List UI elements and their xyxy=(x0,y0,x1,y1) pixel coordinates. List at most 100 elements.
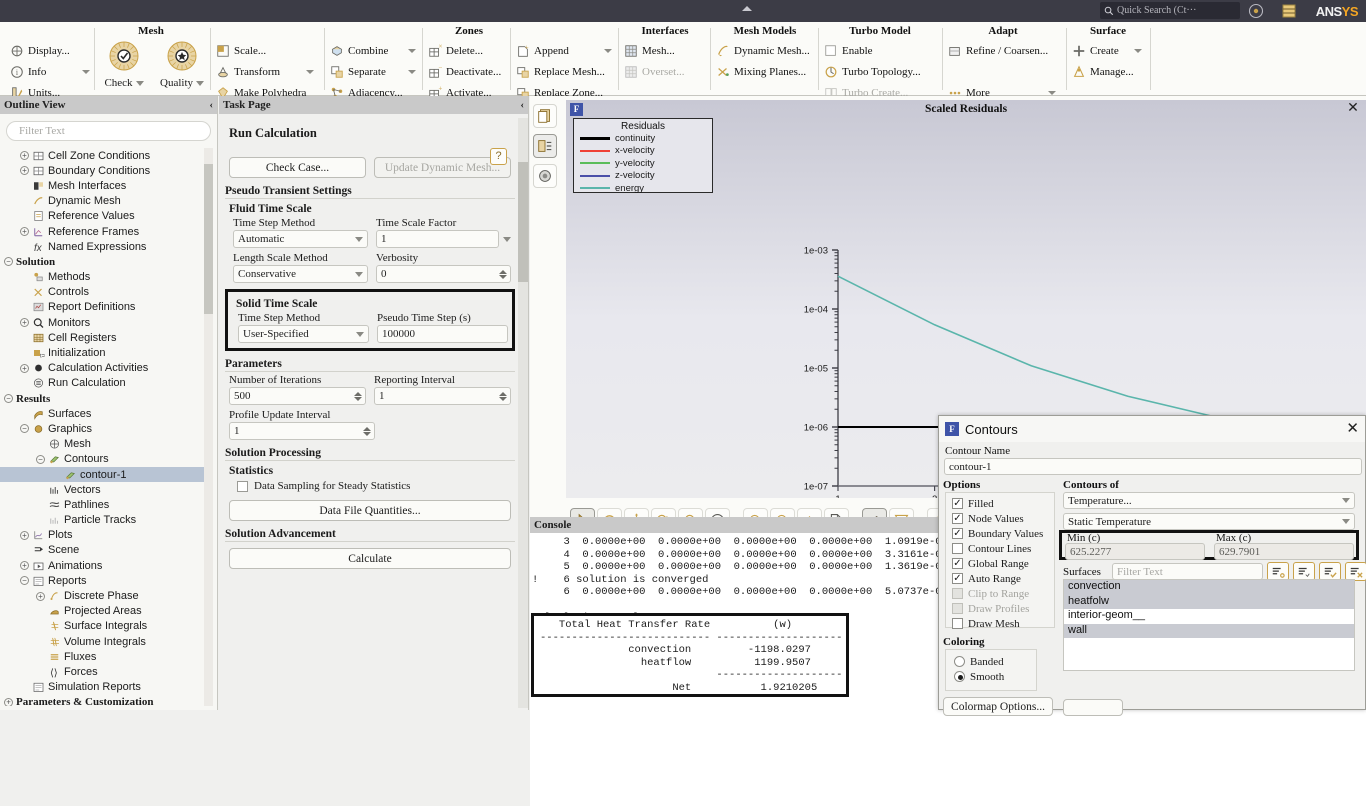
contours-option-boundary-values[interactable]: ✓ Boundary Values xyxy=(952,526,1054,541)
outline-item-initialization[interactable]: t=0Initialization xyxy=(0,345,206,360)
ribbon-item-mixing-planes[interactable]: Mixing Planes... xyxy=(712,61,818,82)
time-scale-factor-chevron-down-icon[interactable] xyxy=(503,236,511,242)
contour-name-input[interactable]: contour-1 xyxy=(944,458,1362,475)
ribbon-item-refine-coarsen[interactable]: Refine / Coarsen... xyxy=(944,40,1062,61)
chevron-down-icon[interactable] xyxy=(306,69,314,74)
layout-panels-icon[interactable] xyxy=(1281,3,1297,19)
ribbon-item-transform[interactable]: Transform xyxy=(212,61,320,82)
outline-item-surface-integrals[interactable]: Surface Integrals xyxy=(0,619,206,634)
chevron-down-icon[interactable] xyxy=(1048,90,1056,95)
outline-item-parameters-customization[interactable]: + Parameters & Customization xyxy=(0,695,206,706)
panel-layout-button[interactable] xyxy=(533,134,557,158)
outline-item-methods[interactable]: Methods xyxy=(0,270,206,285)
outline-item-particle-tracks[interactable]: Particle Tracks xyxy=(0,513,206,528)
outline-scrollbar[interactable] xyxy=(204,148,213,706)
profile-update-stepper[interactable] xyxy=(363,426,371,436)
outline-item-animations[interactable]: + Animations xyxy=(0,558,206,573)
outline-item-forces[interactable]: ⟨⟩ Forces xyxy=(0,664,206,679)
coloring-option-smooth[interactable]: Smooth xyxy=(954,669,1036,684)
checkbox-icon[interactable]: ✓ xyxy=(952,573,963,584)
ribbon-item-scale[interactable]: Scale... xyxy=(212,40,320,61)
contours-option-draw-mesh[interactable]: Draw Mesh xyxy=(952,616,1054,631)
ribbon-quality-button[interactable]: Quality xyxy=(154,40,210,89)
outline-filter-input[interactable]: Filter Text xyxy=(6,121,211,141)
save-picture-button[interactable] xyxy=(533,164,557,188)
outline-item-reference-frames[interactable]: + Reference Frames xyxy=(0,224,206,239)
verbosity-stepper[interactable] xyxy=(499,269,507,279)
ribbon-item-manage[interactable]: Manage... xyxy=(1068,61,1148,82)
ribbon-item-create[interactable]: Create xyxy=(1068,40,1148,61)
dialog-action-button[interactable] xyxy=(1063,699,1123,716)
outline-item-solution[interactable]: − Solution xyxy=(0,254,206,269)
outline-scrollbar-thumb[interactable] xyxy=(204,164,213,314)
checkbox-icon[interactable] xyxy=(237,480,248,492)
outline-item-reference-values[interactable]: Reference Values xyxy=(0,209,206,224)
outline-item-report-definitions[interactable]: Report Definitions xyxy=(0,300,206,315)
outline-item-contours[interactable]: − Contours xyxy=(0,452,206,467)
contours-of-field-select[interactable]: Static Temperature xyxy=(1063,513,1355,530)
chevron-down-icon[interactable] xyxy=(1134,48,1142,53)
chevron-down-icon[interactable] xyxy=(135,80,144,86)
contours-option-global-range[interactable]: ✓ Global Range xyxy=(952,556,1054,571)
outline-collapse-icon[interactable]: ‹ xyxy=(209,99,213,111)
help-icon[interactable]: ? xyxy=(490,148,507,165)
check-case-button[interactable]: Check Case... xyxy=(229,157,366,178)
chevron-down-icon[interactable] xyxy=(604,48,612,53)
ribbon-item-combine[interactable]: Combine xyxy=(326,40,422,61)
collapse-icon[interactable]: − xyxy=(4,257,13,267)
copy-screenshot-button[interactable] xyxy=(533,104,557,128)
data-file-quantities-button[interactable]: Data File Quantities... xyxy=(229,500,511,521)
outline-item-mesh-interfaces[interactable]: Mesh Interfaces xyxy=(0,178,206,193)
collapse-icon[interactable]: − xyxy=(20,424,29,434)
outline-item-graphics[interactable]: − Graphics xyxy=(0,421,206,436)
quick-search-input[interactable]: Quick Search (Ct··· xyxy=(1100,2,1240,19)
surface-item[interactable]: convection xyxy=(1064,580,1354,595)
checkbox-icon[interactable]: ✓ xyxy=(952,498,963,509)
task-page-scrollbar-thumb[interactable] xyxy=(518,162,528,282)
checkbox-icon[interactable] xyxy=(952,618,963,629)
outline-item-boundary-conditions[interactable]: + Boundary Conditions xyxy=(0,163,206,178)
help-globe-icon[interactable] xyxy=(1248,3,1264,19)
expand-icon[interactable]: + xyxy=(20,166,29,176)
contours-option-filled[interactable]: ✓ Filled xyxy=(952,496,1054,511)
outline-item-projected-areas[interactable]: Projected Areas xyxy=(0,604,206,619)
chevron-down-icon[interactable] xyxy=(196,80,204,86)
ribbon-item-delete[interactable]: ×Delete... xyxy=(424,40,514,61)
ribbon-item-separate[interactable]: Separate xyxy=(326,61,422,82)
outline-item-contour-1[interactable]: contour-1 xyxy=(0,466,206,483)
outline-item-surfaces[interactable]: Surfaces xyxy=(0,406,206,421)
outline-item-monitors[interactable]: + Monitors xyxy=(0,315,206,330)
ribbon-item-turbo-topology[interactable]: Turbo Topology... xyxy=(820,61,940,82)
outline-item-reports[interactable]: − Reports xyxy=(0,573,206,588)
ribbon-item-deactivate[interactable]: −Deactivate... xyxy=(424,61,514,82)
data-sampling-checkbox-row[interactable]: Data Sampling for Steady Statistics xyxy=(237,480,517,492)
time-scale-factor-input[interactable]: 1 xyxy=(376,230,499,248)
outline-item-simulation-reports[interactable]: Simulation Reports xyxy=(0,680,206,695)
contours-option-contour-lines[interactable]: Contour Lines xyxy=(952,541,1054,556)
chevron-down-icon[interactable] xyxy=(408,69,416,74)
ribbon-check-button[interactable]: Check xyxy=(96,40,152,89)
checkbox-icon[interactable]: ✓ xyxy=(952,528,963,539)
iterations-stepper[interactable] xyxy=(354,391,362,401)
contours-option-auto-range[interactable]: ✓ Auto Range xyxy=(952,571,1054,586)
expand-icon[interactable]: + xyxy=(20,363,29,373)
collapse-icon[interactable]: − xyxy=(4,394,13,404)
outline-item-cell-registers[interactable]: Cell Registers xyxy=(0,330,206,345)
verbosity-input[interactable]: 0 xyxy=(376,265,511,283)
outline-item-mesh[interactable]: Mesh xyxy=(0,437,206,452)
profile-update-interval-input[interactable]: 1 xyxy=(229,422,375,440)
checkbox-icon[interactable]: ✓ xyxy=(952,513,963,524)
ribbon-item-info[interactable]: i Info xyxy=(6,61,96,82)
ribbon-item-enable[interactable]: Enable xyxy=(820,40,940,61)
surface-item[interactable]: wall xyxy=(1064,623,1354,638)
collapse-ribbon-caret-icon[interactable] xyxy=(742,6,752,11)
outline-item-plots[interactable]: + Plots xyxy=(0,528,206,543)
surface-item[interactable]: interior-geom__ xyxy=(1064,609,1354,624)
radio-icon[interactable] xyxy=(954,671,965,682)
reporting-interval-input[interactable]: 1 xyxy=(374,387,511,405)
surface-item[interactable]: heatfolw xyxy=(1064,594,1354,609)
outline-item-volume-integrals[interactable]: Volume Integrals xyxy=(0,634,206,649)
expand-icon[interactable]: + xyxy=(20,318,29,328)
time-step-method-select[interactable]: Automatic xyxy=(233,230,368,248)
outline-item-pathlines[interactable]: Pathlines xyxy=(0,497,206,512)
